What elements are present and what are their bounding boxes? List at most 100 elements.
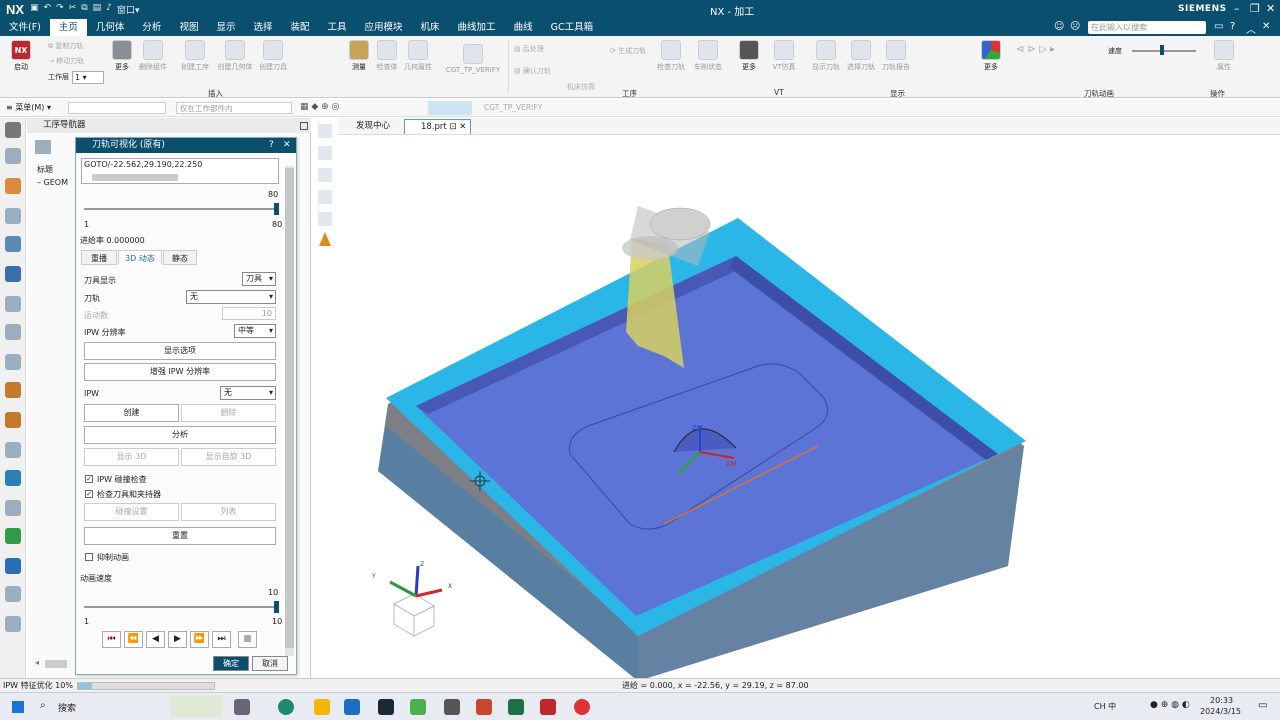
copy-icon[interactable]: ⧉ <box>81 3 87 16</box>
menu-file[interactable]: 文件(F) <box>0 19 50 36</box>
scope-filter-select[interactable]: 仅在工作部件内 <box>176 102 292 114</box>
mic-icon[interactable]: ♪ <box>106 3 112 16</box>
turning-status-button[interactable]: 车削状态 <box>690 40 726 72</box>
windows-start-icon[interactable] <box>12 701 24 713</box>
window-icon[interactable]: ▭ <box>1214 21 1223 32</box>
menu-view[interactable]: 视图 <box>170 19 207 36</box>
menu-geometry[interactable]: 几何体 <box>87 19 134 36</box>
show-custom-3d-button[interactable]: 显示自旋 3D <box>181 448 276 466</box>
search-icon[interactable]: ⌕ <box>40 700 46 711</box>
tab-3d-dynamic[interactable]: 3D 动态 <box>118 250 162 265</box>
save-icon[interactable]: ▣ <box>30 3 39 16</box>
geometry-properties-button[interactable]: 几何属性 <box>402 40 434 72</box>
undo-icon[interactable]: ↶ <box>44 3 52 16</box>
nx-taskbar-icon[interactable] <box>540 699 556 715</box>
toolpath-select[interactable]: 无 <box>186 290 276 304</box>
show-3d-button[interactable]: 显示 3D <box>84 448 179 466</box>
motion-slider-thumb[interactable] <box>274 203 279 215</box>
start-button[interactable]: NX 启动 <box>8 40 34 72</box>
history-icon[interactable] <box>5 296 21 312</box>
search-icon[interactable]: ⌕ <box>1194 21 1200 32</box>
close-doc-icon[interactable]: ✕ <box>1262 21 1270 32</box>
property-button[interactable]: 属性 <box>1210 40 1238 72</box>
tab-replay[interactable]: 重播 <box>81 250 117 265</box>
assembly-navigator-icon[interactable] <box>5 148 21 164</box>
tray-icons[interactable]: ● ⊕ ◍ ◐ <box>1150 700 1190 710</box>
measure-button[interactable]: 测量 <box>346 40 372 72</box>
app-icon[interactable] <box>444 699 460 715</box>
motion-slider-track[interactable] <box>84 208 276 210</box>
window-menu[interactable]: 窗口▾ <box>117 3 140 16</box>
step-back-icon[interactable]: ⏪ <box>124 631 143 648</box>
check-body-button[interactable]: 检查体 <box>374 40 400 72</box>
listbox-hscroll[interactable] <box>92 174 178 181</box>
rewind-to-start-icon[interactable]: ⏮ <box>102 631 121 648</box>
maximize-navigator-icon[interactable] <box>300 122 308 130</box>
highlight-tools[interactable] <box>428 101 472 115</box>
dialog-scrollbar[interactable] <box>285 166 294 656</box>
speed-thumb[interactable] <box>1160 45 1164 55</box>
task-view-icon[interactable] <box>234 699 250 715</box>
reuse-library-icon[interactable] <box>5 324 21 340</box>
create-operation-button[interactable]: 创建工序 <box>178 40 212 72</box>
enhance-ipw-button[interactable]: 增强 IPW 分辨率 <box>84 363 276 381</box>
navigator-toolbar-icon[interactable] <box>35 140 51 154</box>
redo-icon[interactable]: ↷ <box>56 3 64 16</box>
forward-to-end-icon[interactable]: ⏭ <box>212 631 231 648</box>
goto-listbox[interactable]: GOTO/-22.562,29.190,22.250 <box>81 158 279 184</box>
analysis-icon[interactable] <box>5 528 21 544</box>
settings-icon[interactable] <box>5 122 21 138</box>
chevron-up-icon[interactable]: ︿ <box>1246 21 1256 36</box>
scroll-left-icon[interactable]: ◂ <box>35 658 39 667</box>
machine-navigator-icon[interactable] <box>5 266 21 282</box>
list-button[interactable]: 列表 <box>181 503 276 521</box>
suppress-animation-checkbox[interactable] <box>85 553 93 561</box>
speed-slider-track[interactable] <box>84 606 276 608</box>
create-tool-button[interactable]: 创建刀具 <box>256 40 290 72</box>
menu-curve-machining[interactable]: 曲线加工 <box>449 19 505 36</box>
menu-button[interactable]: ≡ 菜单(M) ▾ <box>6 102 51 113</box>
play-icon[interactable]: ▶ <box>168 631 187 648</box>
powerpoint-icon[interactable] <box>476 699 492 715</box>
speed-slider-thumb[interactable] <box>274 601 279 613</box>
menu-home[interactable]: 主页 <box>49 19 87 36</box>
menu-applications[interactable]: 应用模块 <box>356 19 412 36</box>
hd3d-icon[interactable] <box>5 354 21 370</box>
more-display-button[interactable]: 更多 <box>978 40 1004 72</box>
reset-button[interactable]: 重置 <box>84 527 276 545</box>
analyze-button[interactable]: 分析 <box>84 426 276 444</box>
layer-tool-icon[interactable] <box>318 190 332 204</box>
snap-icons[interactable]: ▦ ◆ ⊕ ◎ <box>300 102 339 112</box>
delete-component-button[interactable]: 删除组件 <box>138 40 168 72</box>
motion-count-input[interactable]: 10 <box>222 307 276 320</box>
tab-discovery-center[interactable]: 发现中心 <box>340 119 394 134</box>
file-explorer-icon[interactable] <box>314 699 330 715</box>
menu-machine[interactable]: 机床 <box>412 19 449 36</box>
play-back-icon[interactable]: ⊲ ⊳ ▷ ▸ <box>1016 44 1055 55</box>
paste-icon[interactable]: ▤ <box>93 3 102 16</box>
stop-icon[interactable]: ■ <box>238 631 257 648</box>
toolpath-report-button[interactable]: 刀轨报告 <box>880 40 912 72</box>
help-icon[interactable]: ? <box>269 138 274 153</box>
palette-icon[interactable] <box>5 412 21 428</box>
web-browser-icon[interactable] <box>5 382 21 398</box>
workpiece-layer-select[interactable]: 1 ▾ <box>72 71 104 84</box>
system-materials-icon[interactable] <box>5 442 21 458</box>
select-toolpath-button[interactable]: 选择刀轨 <box>844 40 878 72</box>
frown-icon[interactable]: ☹ <box>1070 21 1080 32</box>
clock-icon[interactable] <box>5 500 21 516</box>
dialog-scroll-thumb[interactable] <box>285 168 294 648</box>
menu-curve[interactable]: 曲线 <box>505 19 542 36</box>
menu-analysis[interactable]: 分析 <box>133 19 170 36</box>
close-icon[interactable]: ✕ <box>1266 2 1275 15</box>
tools-icon[interactable] <box>5 558 21 574</box>
fit-tool-icon[interactable] <box>318 168 332 182</box>
steam-icon[interactable] <box>378 699 394 715</box>
sim-icon[interactable] <box>5 586 21 602</box>
more-button[interactable]: 更多 <box>108 40 136 72</box>
display-toolpath-button[interactable]: 显示刀轨 <box>810 40 842 72</box>
excel-icon[interactable] <box>508 699 524 715</box>
help-icon[interactable]: ? <box>1230 21 1235 32</box>
command-search-input[interactable]: 在此输入以搜索 <box>1088 21 1206 34</box>
section-tool-icon[interactable] <box>318 212 332 226</box>
